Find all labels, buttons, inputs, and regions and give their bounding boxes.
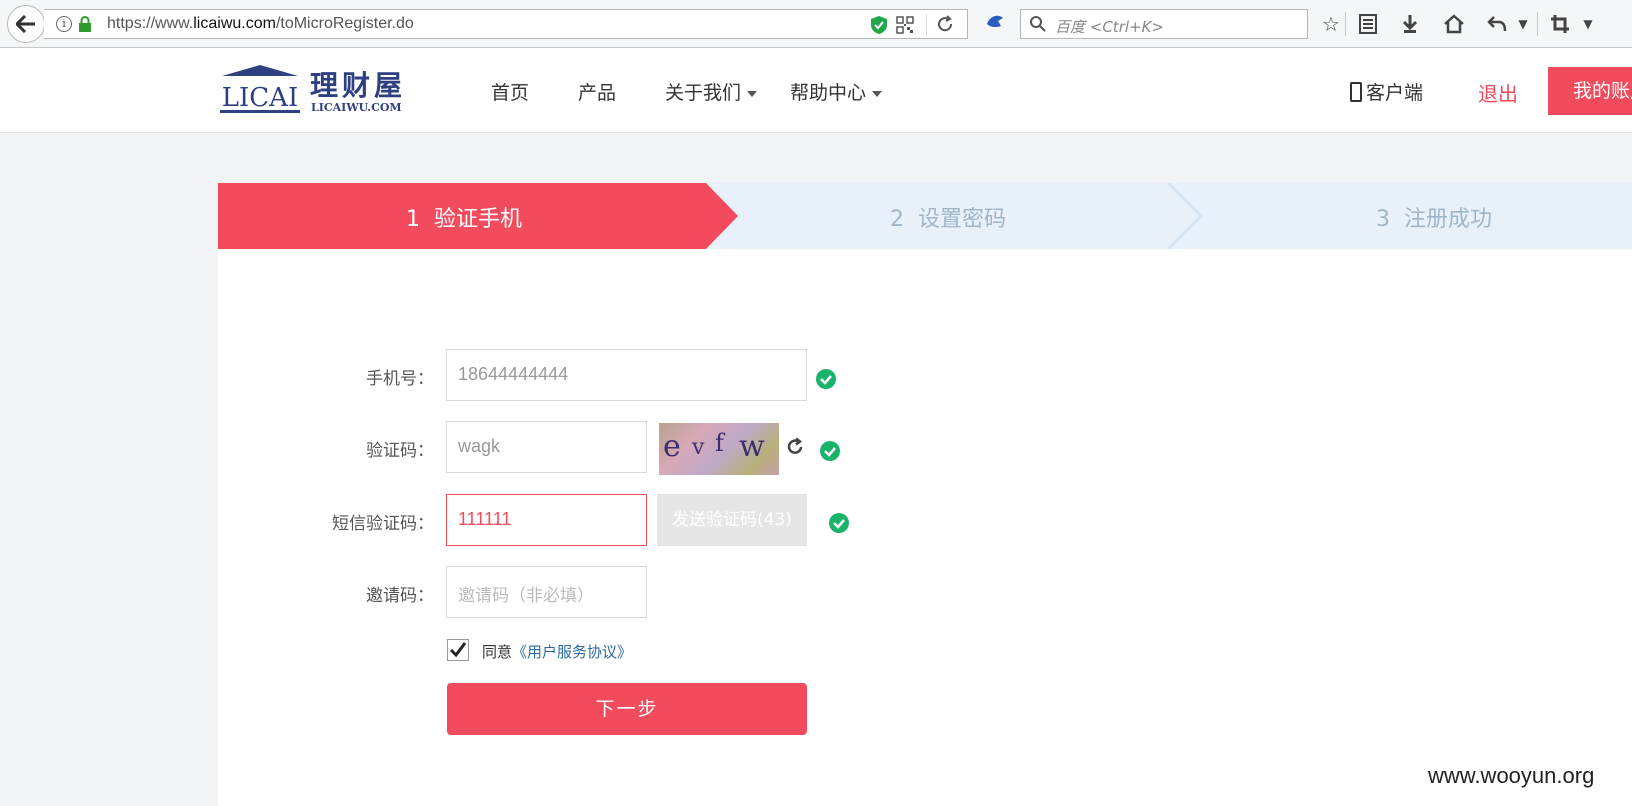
shield-icon[interactable]	[870, 15, 888, 35]
step-2: 2 设置密码	[890, 201, 1006, 233]
my-account-button[interactable]: 我的账户	[1548, 67, 1632, 115]
divider	[926, 14, 927, 36]
nav-products[interactable]: 产品	[578, 78, 616, 105]
step-1: 1 验证手机	[406, 201, 522, 233]
agree-text: 同意《用户服务协议》	[482, 641, 632, 662]
back-button[interactable]	[7, 5, 45, 43]
send-sms-button[interactable]: 发送验证码(43)	[657, 494, 807, 546]
lock-icon[interactable]	[78, 16, 92, 33]
watermark: www.wooyun.org	[1428, 763, 1595, 788]
phone-icon	[1350, 82, 1362, 102]
phone-label: 手机号：	[366, 369, 434, 389]
invite-label: 邀请码：	[366, 586, 434, 606]
captcha-char: v	[692, 435, 705, 460]
caret-down-icon	[747, 90, 758, 97]
nav-help-label: 帮助中心	[790, 82, 867, 104]
step-3-label: 注册成功	[1404, 207, 1493, 232]
crop-icon[interactable]	[1547, 11, 1573, 37]
url-bar[interactable]: i https://www.licaiwu.com/toMicroRegiste…	[44, 9, 968, 39]
logo-building-icon: LICAI	[220, 65, 300, 113]
step-1-label: 验证手机	[434, 207, 523, 232]
nav-home[interactable]: 首页	[491, 78, 529, 105]
next-step-button[interactable]: 下一步	[447, 683, 807, 735]
check-success-icon	[816, 369, 836, 389]
caret-down-icon	[872, 90, 883, 97]
back-arrow-icon	[16, 15, 35, 33]
divider	[1537, 12, 1538, 36]
search-icon	[1030, 16, 1046, 32]
agree-label: 同意	[482, 643, 513, 661]
agree-checkbox[interactable]	[447, 639, 469, 661]
sms-label: 短信验证码：	[332, 514, 434, 534]
user-agreement-link[interactable]: 《用户服务协议》	[512, 643, 632, 661]
captcha-char: e	[663, 429, 681, 464]
register-steps: 1 验证手机 2 设置密码 3 注册成功	[218, 183, 1632, 249]
reader-list-icon[interactable]	[1355, 11, 1381, 37]
captcha-input[interactable]: wagk	[446, 421, 647, 473]
step-3-num: 3	[1376, 207, 1390, 232]
nav-help[interactable]: 帮助中心	[790, 78, 883, 105]
info-icon[interactable]: i	[56, 16, 72, 32]
logout-link[interactable]: 退出	[1478, 78, 1518, 107]
logo[interactable]: LICAI 理财屋 LICAIWU.COM	[218, 64, 408, 119]
captcha-char: w	[739, 429, 765, 464]
captcha-image[interactable]: e v f w	[659, 423, 779, 475]
bird-extension-icon[interactable]	[985, 12, 1005, 30]
refresh-captcha-icon[interactable]	[785, 437, 805, 457]
nav-about-label: 关于我们	[665, 82, 742, 104]
checkmark-icon	[449, 642, 467, 658]
search-bar[interactable]: 百度 <Ctrl+K>	[1020, 9, 1308, 39]
step-active-arrow	[706, 183, 738, 249]
divider	[1345, 12, 1346, 36]
step-1-num: 1	[406, 207, 420, 232]
browser-toolbar: i https://www.licaiwu.com/toMicroRegiste…	[0, 0, 1632, 48]
step-3: 3 注册成功	[1376, 201, 1492, 233]
chevron-down-icon[interactable]: ▼	[1575, 11, 1601, 37]
step-2-label: 设置密码	[918, 207, 1007, 232]
site-header: LICAI 理财屋 LICAIWU.COM 首页 产品 关于我们 帮助中心 客户…	[0, 48, 1632, 133]
client-label: 客户端	[1366, 82, 1424, 104]
svg-text:LICAI: LICAI	[222, 83, 298, 113]
nav-about[interactable]: 关于我们	[665, 78, 758, 105]
logo-cn-text: 理财屋	[310, 69, 407, 102]
check-success-icon	[829, 513, 849, 533]
captcha-label: 验证码：	[366, 441, 434, 461]
download-icon[interactable]	[1397, 11, 1423, 37]
home-icon[interactable]	[1441, 11, 1467, 37]
phone-input[interactable]: 18644444444	[446, 349, 807, 401]
undo-icon[interactable]	[1484, 11, 1510, 37]
search-placeholder: 百度 <Ctrl+K>	[1055, 18, 1164, 36]
sms-code-input[interactable]: 111111	[446, 494, 647, 546]
logo-en-text: LICAIWU.COM	[311, 101, 402, 114]
reload-icon[interactable]	[936, 15, 954, 33]
invite-code-input[interactable]: 邀请码（非必填）	[446, 566, 647, 618]
captcha-char: f	[715, 429, 724, 457]
url-text[interactable]: https://www.licaiwu.com/toMicroRegister.…	[107, 15, 414, 33]
check-success-icon	[820, 441, 840, 461]
chevron-down-icon[interactable]: ▼	[1510, 11, 1536, 37]
qr-code-icon[interactable]	[896, 16, 914, 34]
step-2-num: 2	[890, 207, 904, 232]
bookmark-star-icon[interactable]: ☆	[1318, 11, 1344, 37]
step-separator-icon	[1166, 183, 1204, 249]
client-link[interactable]: 客户端	[1350, 78, 1423, 105]
